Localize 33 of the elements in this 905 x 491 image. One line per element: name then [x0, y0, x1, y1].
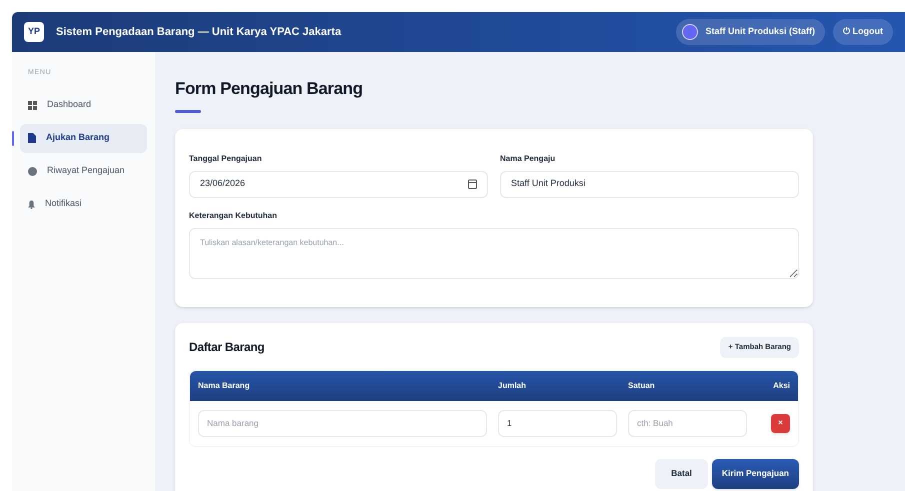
title-underline [175, 110, 201, 112]
column-header: Nama Barang [198, 380, 251, 392]
field-label: Tanggal Pengajuan [189, 152, 263, 164]
document-icon [28, 133, 36, 143]
column-header: Aksi [773, 380, 790, 392]
app-title: Sistem Pengadaan Barang — Unit Karya YPAC Jakarta [56, 24, 342, 40]
unit-field[interactable]: cth: Buah [628, 410, 747, 436]
notes-field[interactable]: Tuliskan alasan/keterangan kebutuhan... [189, 228, 799, 278]
column-header: Satuan [628, 380, 656, 392]
bell-icon [28, 200, 35, 208]
column-header: Jumlah [498, 380, 528, 392]
quantity-field[interactable]: 1 [498, 410, 617, 436]
active-indicator [12, 130, 14, 146]
name-field[interactable]: Staff Unit Produksi [500, 170, 799, 198]
field-label: Keterangan Kebutuhan [189, 210, 278, 222]
item-name-field[interactable]: Nama barang [198, 410, 487, 436]
grid-icon [28, 100, 37, 110]
cancel-button[interactable]: Batal [655, 458, 708, 488]
sidebar-item[interactable]: Notifikasi [20, 190, 147, 218]
app-logo: YP [24, 22, 44, 42]
sidebar-item[interactable]: Riwayat Pengajuan [20, 156, 147, 186]
user-name: Staff Unit Produksi (Staff) [706, 25, 815, 38]
submit-button[interactable]: Kirim Pengajuan [712, 458, 799, 488]
circle-icon [28, 166, 37, 176]
calendar-icon[interactable] [468, 179, 477, 189]
page-title: Form Pengajuan Barang [175, 78, 364, 100]
delete-button[interactable]: × [771, 414, 790, 432]
field-label: Nama Pengaju [500, 152, 556, 164]
avatar-icon [682, 24, 698, 40]
section-title: Daftar Barang [189, 339, 264, 356]
logout-button[interactable]: ⏻ Logout [833, 19, 893, 45]
date-field[interactable]: 23/06/2026 [189, 170, 488, 198]
sidebar-item[interactable]: Dashboard [20, 90, 147, 120]
